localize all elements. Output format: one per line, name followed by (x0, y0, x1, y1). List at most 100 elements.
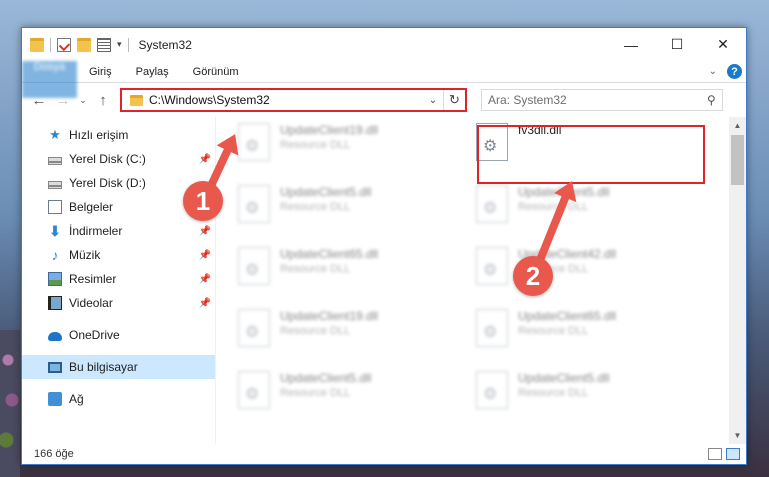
help-icon[interactable]: ? (727, 64, 742, 79)
file-name: UpdateClient19.dll (280, 309, 379, 323)
sidebar-item-this-pc[interactable]: Bu bilgisayar (22, 355, 215, 379)
search-input[interactable]: Ara: System32 ⚲ (481, 89, 723, 111)
sidebar-item-pictures[interactable]: Resimler 📌 (22, 267, 215, 291)
up-arrow-icon[interactable]: ↑ (92, 92, 114, 109)
new-folder-icon[interactable] (77, 37, 91, 52)
tab-share[interactable]: Paylaş (124, 61, 181, 82)
tab-file[interactable]: Dosya (22, 61, 77, 98)
address-row: ← → ⌄ ↑ C:\Windows\System32 ⌄ ↻ Ara: Sys… (22, 83, 746, 117)
dll-file-icon (476, 309, 508, 347)
file-type: Resource DLL (280, 139, 351, 151)
refresh-icon[interactable]: ↻ (443, 90, 465, 110)
status-bar: 166 öğe (22, 444, 746, 464)
close-button[interactable]: ✕ (700, 28, 746, 61)
dll-file-icon (476, 247, 508, 285)
drive-icon (48, 156, 62, 165)
file-item[interactable]: UpdateClient5.dll Resource DLL (476, 371, 714, 409)
window-title: System32 (138, 37, 192, 52)
large-icons-view-icon[interactable] (726, 448, 740, 460)
file-name: UpdateClient65.dll (518, 309, 617, 323)
scroll-down-icon[interactable]: ▼ (729, 427, 746, 444)
sidebar-item-local-disk-c[interactable]: Yerel Disk (C:) 📌 (22, 147, 215, 171)
dll-file-icon (238, 309, 270, 347)
file-name: UpdateClient5.dll (518, 371, 610, 385)
pc-icon (48, 361, 62, 373)
file-item[interactable]: UpdateClient5.dll Resource DLL (238, 371, 476, 409)
file-name: UpdateClient5.dll (280, 371, 372, 385)
file-name: UpdateClient65.dll (280, 247, 379, 261)
file-name: UpdateClient19.dll (280, 123, 379, 137)
pin-icon: 📌 (198, 153, 211, 165)
search-icon[interactable]: ⚲ (707, 93, 716, 107)
sidebar-item-label: Belgeler (69, 200, 114, 214)
address-path[interactable]: C:\Windows\System32 (149, 93, 423, 107)
pin-icon: 📌 (198, 297, 211, 309)
minimize-button[interactable]: — (608, 28, 654, 61)
pin-icon: 📌 (198, 273, 211, 285)
file-type: Resource DLL (280, 387, 351, 399)
dll-file-icon (476, 185, 508, 223)
properties-icon[interactable] (97, 37, 111, 52)
sidebar-item-label: Resimler (69, 272, 117, 286)
customize-toolbar-chevron-icon[interactable]: ▾ (117, 39, 122, 50)
videos-icon (48, 296, 62, 310)
scrollbar-thumb[interactable] (731, 135, 744, 185)
drive-icon (48, 180, 62, 189)
tab-view[interactable]: Görünüm (181, 61, 251, 82)
file-item[interactable]: UpdateClient5.dllResource DLL (476, 185, 714, 223)
sidebar-item-label: Bu bilgisayar (69, 360, 138, 374)
properties-check-icon[interactable] (57, 37, 71, 52)
sidebar-item-label: Yerel Disk (C:) (69, 152, 146, 166)
file-type: Resource DLL (280, 263, 351, 275)
file-item[interactable]: UpdateClient19.dll Resource DLL (238, 309, 476, 347)
details-view-icon[interactable] (708, 448, 722, 460)
ribbon-tabs: Dosya Giriş Paylaş Görünüm ⌄ ? (22, 61, 746, 98)
star-icon: ★ (49, 127, 61, 142)
divider (50, 37, 51, 52)
sidebar-item-quick-access[interactable]: ★ Hızlı erişim (22, 123, 215, 147)
expand-ribbon-chevron-icon[interactable]: ⌄ (709, 66, 717, 77)
sidebar-item-label: OneDrive (69, 328, 120, 342)
file-item[interactable]: UpdateClient65.dll Resource DLL (238, 247, 476, 285)
navigation-pane: ★ Hızlı erişim Yerel Disk (C:) 📌 Yerel D… (22, 117, 215, 444)
address-dropdown-chevron-icon[interactable]: ⌄ (423, 95, 443, 106)
recent-locations-chevron-icon[interactable]: ⌄ (76, 95, 90, 106)
scroll-up-icon[interactable]: ▲ (729, 117, 746, 134)
address-bar[interactable]: C:\Windows\System32 ⌄ ↻ (120, 88, 467, 112)
title-bar: ▾ System32 — ☐ ✕ (22, 28, 746, 61)
tab-home[interactable]: Giriş (77, 61, 124, 82)
file-item[interactable]: UpdateClient5.dllResource DLL (238, 185, 476, 223)
annotation-badge-1: 1 (183, 181, 223, 221)
explorer-window: ▾ System32 — ☐ ✕ Dosya Giriş Paylaş Görü… (21, 27, 747, 465)
dll-file-icon (238, 371, 270, 409)
divider (127, 37, 129, 52)
sidebar-item-label: Müzik (69, 248, 101, 262)
file-item[interactable]: UpdateClient19.dll Resource DLL (238, 123, 476, 161)
cloud-icon (48, 332, 62, 341)
file-item[interactable]: UpdateClient42.dllResource DLL (476, 247, 714, 285)
search-placeholder: Ara: System32 (488, 93, 567, 107)
folder-icon (30, 37, 44, 52)
highlight-box-file (477, 125, 705, 184)
sidebar-item-label: Yerel Disk (D:) (69, 176, 146, 190)
sidebar-item-network[interactable]: Ağ (22, 387, 215, 411)
sidebar-item-onedrive[interactable]: OneDrive (22, 323, 215, 347)
network-icon (48, 392, 62, 406)
sidebar-item-label: Hızlı erişim (69, 128, 129, 142)
vertical-scrollbar[interactable]: ▲ ▼ (729, 117, 746, 444)
folder-icon (130, 94, 143, 106)
dll-file-icon (476, 371, 508, 409)
sidebar-item-videos[interactable]: Videolar 📌 (22, 291, 215, 315)
file-name: UpdateClient5.dll (280, 185, 372, 199)
quick-access-toolbar: ▾ (22, 37, 129, 52)
sidebar-item-label: Ağ (69, 392, 84, 406)
file-type: Resource DLL (518, 387, 589, 399)
maximize-button[interactable]: ☐ (654, 28, 700, 61)
sidebar-item-music[interactable]: ♪ Müzik 📌 (22, 243, 215, 267)
file-item[interactable]: UpdateClient65.dll Resource DLL (476, 309, 714, 347)
file-type: Resource DLL (518, 325, 589, 337)
pin-icon: 📌 (198, 249, 211, 261)
dll-file-icon (238, 185, 270, 223)
sidebar-item-downloads[interactable]: ⬇ İndirmeler 📌 (22, 219, 215, 243)
sidebar-item-label: Videolar (69, 296, 113, 310)
